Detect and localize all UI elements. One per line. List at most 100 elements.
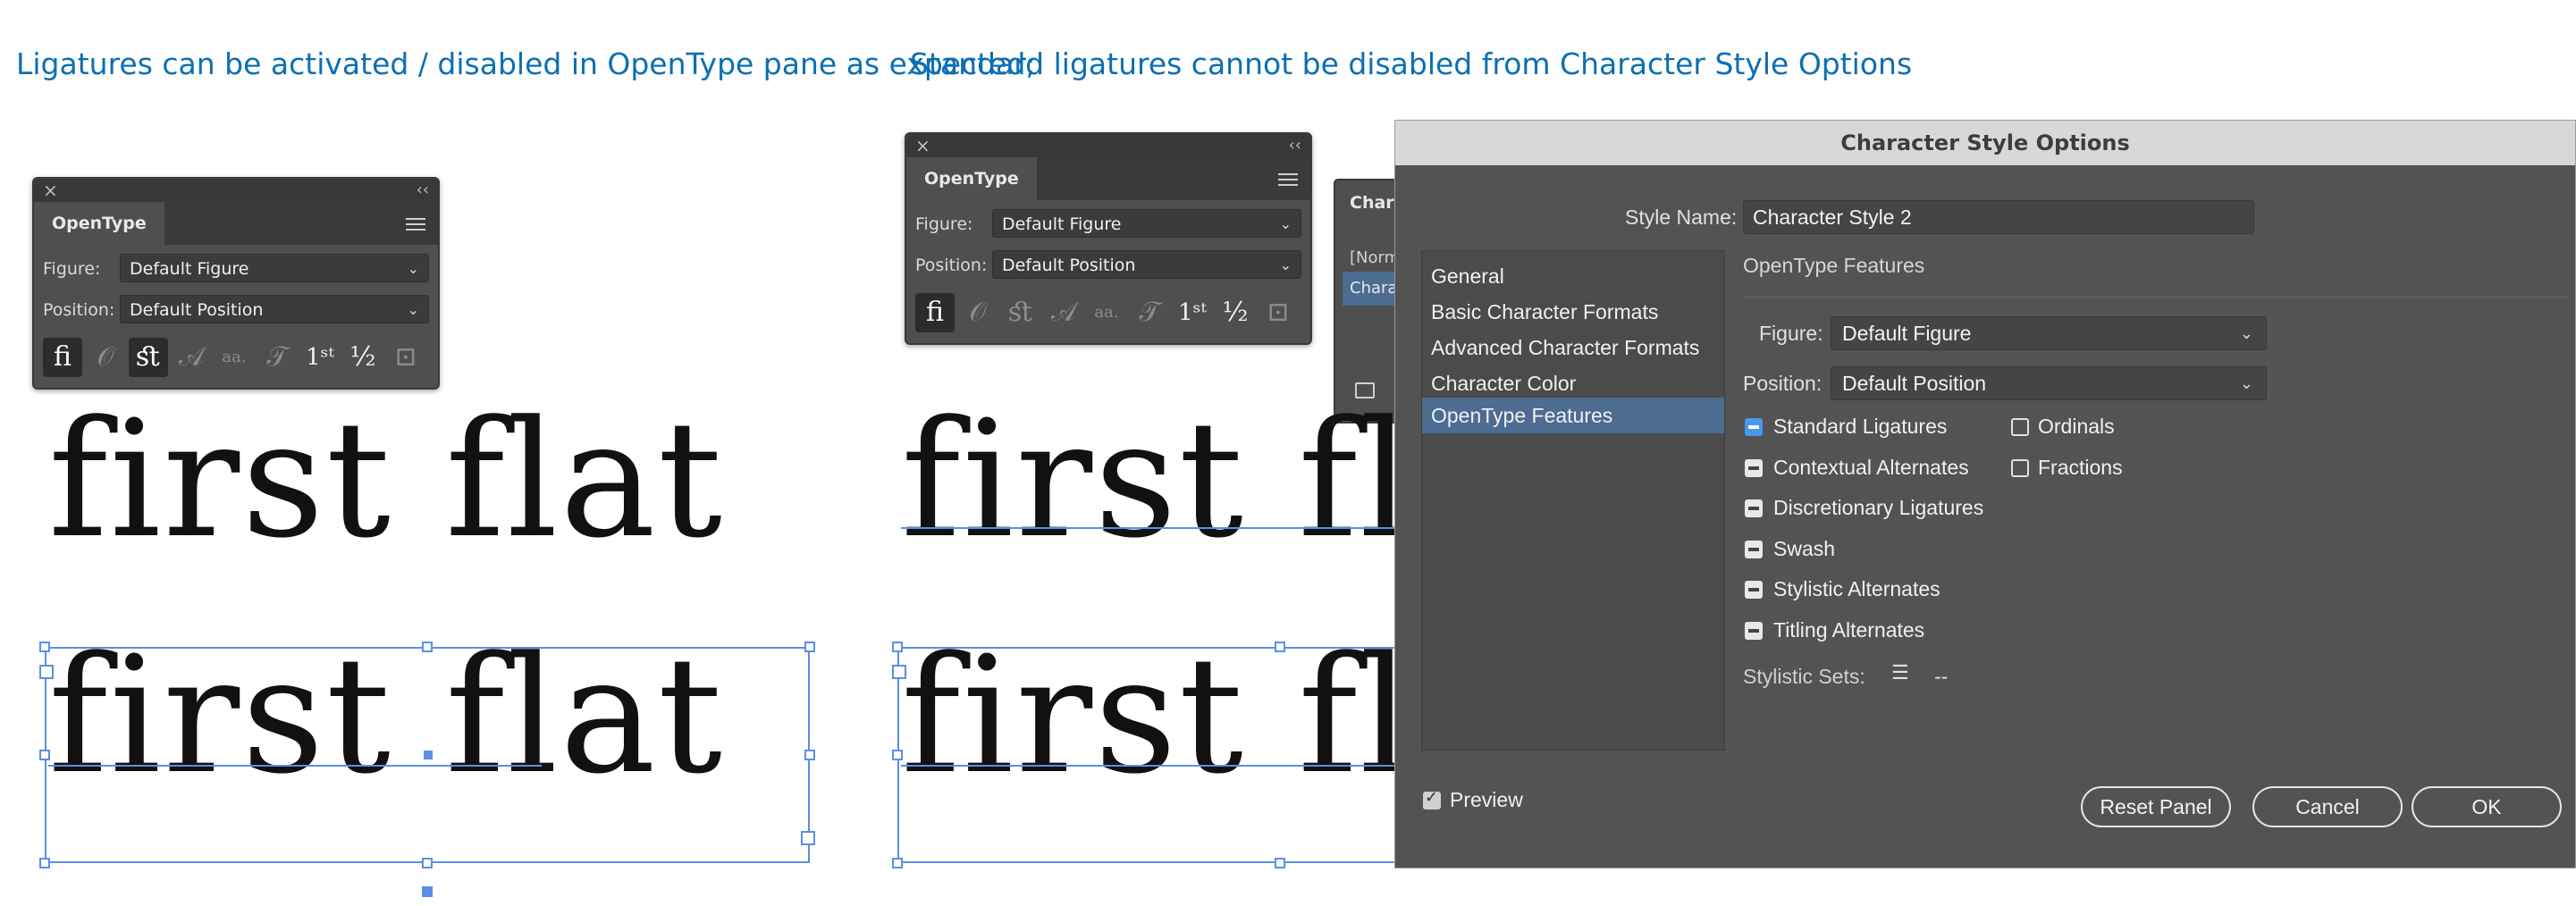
nav-item-advanced-character-formats[interactable]: Advanced Character Formats	[1422, 330, 1724, 365]
close-icon[interactable]: ×	[915, 134, 930, 157]
nav-item-opentype-features[interactable]: OpenType Features	[1422, 398, 1724, 433]
standard-ligatures-checkbox[interactable]	[1745, 418, 1763, 436]
ordinals-label: Ordinals	[2038, 415, 2115, 438]
dialog-title: Character Style Options	[1395, 121, 2575, 165]
style-item-selected-label: Chara	[1350, 279, 1398, 298]
discretionary-ligatures-checkbox[interactable]	[1745, 499, 1763, 517]
out-port-handle[interactable]	[801, 831, 815, 845]
contextual-alternates-icon[interactable]: 𝒪	[86, 338, 125, 377]
contextual-alternates-checkbox[interactable]	[1745, 459, 1763, 477]
close-icon[interactable]: ×	[43, 179, 58, 202]
swash-icon[interactable]: 𝒜	[172, 338, 211, 377]
stylistic-sets-value[interactable]: --	[1934, 665, 1948, 689]
in-port-handle[interactable]	[892, 665, 906, 679]
figure-row: Figure: Default Figure ⌄	[43, 254, 429, 284]
titling-alternates-icon[interactable]: 𝒯	[257, 338, 297, 377]
stylistic-alternates-icon[interactable]: aa.	[215, 338, 254, 377]
cancel-button[interactable]: Cancel	[2252, 786, 2403, 827]
panel-topbar: × ‹‹	[34, 179, 438, 202]
in-port-handle[interactable]	[39, 665, 54, 679]
position-select-value: Default Position	[1002, 256, 1136, 275]
dialog-position-select[interactable]: Default Position ⌄	[1831, 366, 2267, 400]
titling-alternates-checkbox[interactable]	[1745, 622, 1763, 640]
ordinal-icon[interactable]: 1ˢᵗ	[300, 338, 340, 377]
discretionary-ligatures-icon[interactable]: ﬆ	[129, 338, 168, 377]
frame-handle[interactable]	[422, 858, 433, 868]
preview-label: Preview	[1450, 788, 1523, 811]
list-icon[interactable]: ☰	[1891, 661, 1909, 684]
standard-ligatures-label: Standard Ligatures	[1773, 415, 1948, 438]
standard-ligatures-icon[interactable]: ﬁ	[43, 338, 82, 377]
ordinal-icon[interactable]: 1ˢᵗ	[1173, 293, 1212, 332]
frame-handle[interactable]	[892, 750, 903, 760]
frame-handle[interactable]	[804, 750, 815, 760]
frame-handle[interactable]	[422, 642, 433, 652]
stylistic-sets-icon[interactable]: ⊡	[1259, 293, 1298, 332]
panel-menu-icon[interactable]	[1278, 170, 1298, 189]
dialog-figure-select[interactable]: Default Figure ⌄	[1831, 316, 2267, 350]
panel-menu-icon[interactable]	[406, 214, 425, 234]
ordinals-checkbox[interactable]	[2011, 418, 2029, 436]
figure-select[interactable]: Default Figure ⌄	[992, 209, 1301, 238]
frame-handle[interactable]	[1275, 642, 1285, 652]
frame-handle[interactable]	[892, 858, 903, 868]
nav-item-general[interactable]: General	[1422, 258, 1724, 294]
style-name-input[interactable]: Character Style 2	[1743, 200, 2254, 234]
nav-item-character-color[interactable]: Character Color	[1422, 365, 1724, 401]
tab-opentype[interactable]: OpenType	[34, 202, 164, 245]
stylistic-alternates-icon[interactable]: aa.	[1087, 293, 1126, 332]
position-select[interactable]: Default Position ⌄	[120, 295, 429, 323]
stylistic-alternates-label: Stylistic Alternates	[1773, 577, 1940, 600]
chevron-down-icon: ⌄	[1279, 215, 1292, 232]
standard-ligatures-icon[interactable]: ﬁ	[915, 293, 955, 332]
stylistic-sets-label: Stylistic Sets:	[1743, 665, 1865, 688]
swash-checkbox[interactable]	[1745, 541, 1763, 558]
nav-item-basic-character-formats[interactable]: Basic Character Formats	[1422, 294, 1724, 330]
dialog-figure-label: Figure:	[1759, 322, 1823, 345]
discretionary-ligatures-icon[interactable]: ﬆ	[1001, 293, 1040, 332]
contextual-alternates-icon[interactable]: 𝒪	[958, 293, 998, 332]
titling-alternates-label: Titling Alternates	[1773, 618, 1925, 642]
fractions-icon[interactable]: ½	[343, 338, 383, 377]
dialog-figure-value: Default Figure	[1842, 322, 1972, 345]
swash-label: Swash	[1773, 537, 1836, 560]
opentype-button-row: ﬁ 𝒪 ﬆ 𝒜 aa. 𝒯 1ˢᵗ ½ ⊡	[915, 293, 1298, 334]
frame-handle[interactable]	[892, 642, 903, 652]
discretionary-ligatures-label: Discretionary Ligatures	[1773, 496, 1984, 519]
anchor-point[interactable]	[424, 751, 433, 759]
style-name-label: Style Name:	[1625, 206, 1738, 229]
panel-tab-row: OpenType	[34, 202, 438, 245]
swash-icon[interactable]: 𝒜	[1044, 293, 1083, 332]
preview-checkbox[interactable]	[1423, 788, 1441, 810]
style-item-normal[interactable]: [Norm	[1350, 248, 1400, 267]
figure-select[interactable]: Default Figure ⌄	[120, 254, 429, 282]
chevron-down-icon: ⌄	[407, 301, 419, 318]
frame-handle[interactable]	[39, 642, 50, 652]
frame-handle[interactable]	[1275, 858, 1285, 868]
stylistic-alternates-checkbox[interactable]	[1745, 581, 1763, 599]
frame-handle[interactable]	[804, 642, 815, 652]
figure-label: Figure:	[915, 214, 973, 234]
contextual-alternates-label: Contextual Alternates	[1773, 456, 1969, 479]
rotation-handle[interactable]	[422, 886, 433, 897]
caption-left: Ligatures can be activated / disabled in…	[16, 46, 1036, 81]
reset-panel-button[interactable]: Reset Panel	[2081, 786, 2231, 827]
fractions-checkbox[interactable]	[2011, 459, 2029, 477]
figure-select-value: Default Figure	[130, 259, 249, 279]
frame-handle[interactable]	[39, 858, 50, 868]
frame-handle[interactable]	[39, 750, 50, 760]
fractions-icon[interactable]: ½	[1216, 293, 1255, 332]
collapse-icon[interactable]: ‹‹	[417, 179, 429, 202]
collapse-icon[interactable]: ‹‹	[1289, 134, 1301, 157]
section-divider	[1743, 297, 2569, 298]
position-select[interactable]: Default Position ⌄	[992, 250, 1301, 279]
text-frame-right[interactable]	[897, 647, 1434, 863]
section-title: OpenType Features	[1743, 254, 1925, 277]
panel-topbar: × ‹‹	[906, 134, 1310, 157]
ok-button[interactable]: OK	[2412, 786, 2562, 827]
fractions-label: Fractions	[2038, 456, 2123, 479]
tab-opentype[interactable]: OpenType	[906, 157, 1037, 200]
titling-alternates-icon[interactable]: 𝒯	[1130, 293, 1169, 332]
position-row: Position: Default Position ⌄	[915, 250, 1301, 281]
stylistic-sets-icon[interactable]: ⊡	[386, 338, 425, 377]
